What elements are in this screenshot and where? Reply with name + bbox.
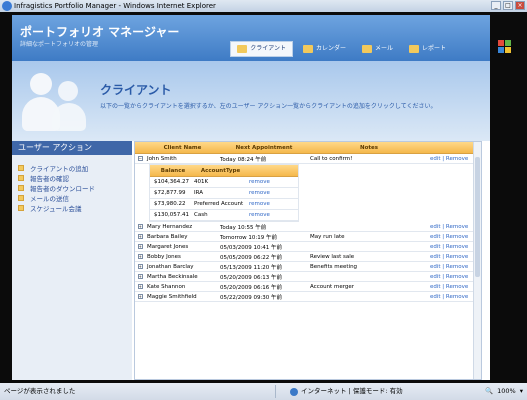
column-header-next-appointment[interactable]: Next Appointment — [218, 145, 308, 151]
column-header-balance[interactable]: Balance — [150, 168, 192, 174]
expand-icon[interactable]: + — [137, 234, 143, 239]
clients-grid: Client Name Next Appointment Notes − Joh… — [134, 141, 482, 380]
app-subtitle: 詳細なポートフォリオの管理 — [20, 41, 99, 48]
user-actions-header: ユーザー アクション — [12, 141, 132, 155]
add-icon — [18, 165, 24, 171]
expand-icon[interactable]: + — [137, 284, 143, 289]
expand-icon[interactable]: + — [137, 264, 143, 269]
action-add-client[interactable]: クライアントの追加 — [18, 163, 128, 173]
expand-icon[interactable]: + — [137, 274, 143, 279]
remove-link[interactable]: remove — [247, 179, 295, 185]
tab-mail[interactable]: メール — [356, 41, 399, 57]
browser-status-bar: ページが表示されました インターネット | 保護モード: 有効 🔍 100% ▾ — [0, 383, 527, 400]
row-actions[interactable]: edit | Remove — [428, 294, 478, 300]
page-title: クライアント — [100, 83, 172, 97]
action-send-mail[interactable]: メールの送信 — [18, 193, 128, 203]
close-icon[interactable]: × — [515, 1, 525, 10]
column-header-client-name[interactable]: Client Name — [145, 145, 218, 151]
grid-scrollbar[interactable] — [473, 142, 481, 379]
status-separator — [275, 385, 276, 398]
grid-header-row: Client Name Next Appointment Notes — [135, 142, 481, 154]
table-row[interactable]: + Martha Beckinsale 05/20/2009 06:13 午前 … — [135, 272, 481, 282]
table-row[interactable]: + Jonathan Barclay 05/13/2009 11:20 午前 B… — [135, 262, 481, 272]
expand-icon[interactable]: + — [137, 244, 143, 249]
browser-title-bar: Infragistics Portfolio Manager - Windows… — [0, 0, 527, 12]
column-header-notes[interactable]: Notes — [308, 145, 428, 151]
row-actions[interactable]: edit | Remove — [428, 244, 478, 250]
remove-link[interactable]: remove — [247, 212, 295, 218]
window-title: Infragistics Portfolio Manager - Windows… — [14, 2, 216, 10]
column-header-account-type[interactable]: AccountType — [192, 168, 247, 174]
zoom-icon: 🔍 — [485, 387, 494, 395]
action-view-reports[interactable]: 報告者の確認 — [18, 173, 128, 183]
window-controls: _ □ × — [491, 1, 525, 10]
row-actions[interactable]: edit | Remove — [428, 234, 478, 240]
minimize-icon[interactable]: _ — [491, 1, 501, 10]
download-icon — [18, 185, 24, 191]
action-schedule-meeting[interactable]: スケジュール会議 — [18, 203, 128, 213]
client-rows: + Mary Hernandez Today 10:55 午前 edit | R… — [135, 222, 481, 302]
row-actions[interactable]: edit | Remove — [428, 264, 478, 270]
calendar-icon — [18, 205, 24, 211]
table-row[interactable]: + Barbara Bailey Tomorrow 10:19 午前 May r… — [135, 232, 481, 242]
remove-link[interactable]: remove — [247, 201, 295, 207]
security-zone[interactable]: インターネット | 保護モード: 有効 — [290, 383, 403, 400]
table-row[interactable]: + Margaret Jones 05/03/2009 10:41 午前 edi… — [135, 242, 481, 252]
status-text: ページが表示されました — [4, 387, 76, 395]
windows-logo-icon — [498, 40, 512, 54]
row-actions[interactable]: edit | Remove — [428, 274, 478, 280]
action-download-reports[interactable]: 報告者のダウンロード — [18, 183, 128, 193]
maximize-icon[interactable]: □ — [503, 1, 513, 10]
subgrid-row[interactable]: $130,057.41 Cash remove — [150, 210, 298, 221]
table-row[interactable]: + Maggie Smithfield 05/22/2009 09:30 午前 … — [135, 292, 481, 302]
subgrid-row[interactable]: $73,980.22 Preferred Account remove — [150, 199, 298, 210]
globe-icon — [290, 387, 298, 396]
row-actions[interactable]: edit | Remove — [428, 224, 478, 230]
table-row[interactable]: − John Smith Today 08:24 午前 Call to conf… — [135, 154, 481, 164]
user-actions-panel: ユーザー アクション クライアントの追加 報告者の確認 報告者のダウンロード メ… — [12, 141, 132, 380]
people-icon — [20, 67, 90, 135]
clients-icon — [237, 45, 248, 53]
subgrid-header-row: Balance AccountType — [150, 165, 298, 177]
mail-icon — [18, 195, 24, 201]
subgrid-row[interactable]: $72,877.99 IRA remove — [150, 188, 298, 199]
zoom-control[interactable]: 🔍 100% ▾ — [485, 383, 523, 400]
ie-logo-icon — [2, 1, 12, 11]
tab-report[interactable]: レポート — [403, 41, 452, 57]
table-row[interactable]: + Mary Hernandez Today 10:55 午前 edit | R… — [135, 222, 481, 232]
table-row[interactable]: + Kate Shannon 05/20/2009 06:16 午前 Accou… — [135, 282, 481, 292]
table-row[interactable]: + Bobby Jones 05/05/2009 06:22 午前 Review… — [135, 252, 481, 262]
row-actions[interactable]: edit | Remove — [428, 284, 478, 290]
calendar-icon — [302, 45, 313, 53]
app-container: ポートフォリオ マネージャー 詳細なポートフォリオの管理 クライアント カレンダ… — [12, 15, 490, 380]
document-icon — [18, 175, 24, 181]
browser-viewport: ポートフォリオ マネージャー 詳細なポートフォリオの管理 クライアント カレンダ… — [0, 12, 527, 383]
row-actions[interactable]: edit | Remove — [428, 156, 478, 162]
subgrid-row[interactable]: $104,364.27 401K remove — [150, 177, 298, 188]
row-actions[interactable]: edit | Remove — [428, 254, 478, 260]
remove-link[interactable]: remove — [247, 190, 295, 196]
app-header: ポートフォリオ マネージャー 詳細なポートフォリオの管理 クライアント カレンダ… — [12, 15, 490, 61]
tab-calendar[interactable]: カレンダー — [297, 41, 352, 57]
tab-clients[interactable]: クライアント — [230, 41, 293, 57]
page-banner: クライアント 以下の一覧からクライアントを選択するか、左のユーザー アクション一… — [12, 61, 490, 141]
mail-icon — [361, 45, 372, 53]
chevron-down-icon: ▾ — [519, 387, 523, 395]
collapse-icon[interactable]: − — [137, 156, 143, 161]
scrollbar-thumb[interactable] — [475, 157, 480, 277]
user-actions-list: クライアントの追加 報告者の確認 報告者のダウンロード メールの送信 スケジュー… — [12, 155, 132, 213]
expand-icon[interactable]: + — [137, 224, 143, 229]
report-icon — [408, 45, 419, 53]
accounts-subgrid: Balance AccountType $104,364.27 401K rem… — [149, 164, 299, 222]
page-description: 以下の一覧からクライアントを選択するか、左のユーザー アクション一覧からクライア… — [100, 103, 437, 110]
main-tabs: クライアント カレンダー メール レポート — [230, 41, 452, 57]
expand-icon[interactable]: + — [137, 294, 143, 299]
expand-icon[interactable]: + — [137, 254, 143, 259]
app-title: ポートフォリオ マネージャー — [20, 25, 180, 39]
